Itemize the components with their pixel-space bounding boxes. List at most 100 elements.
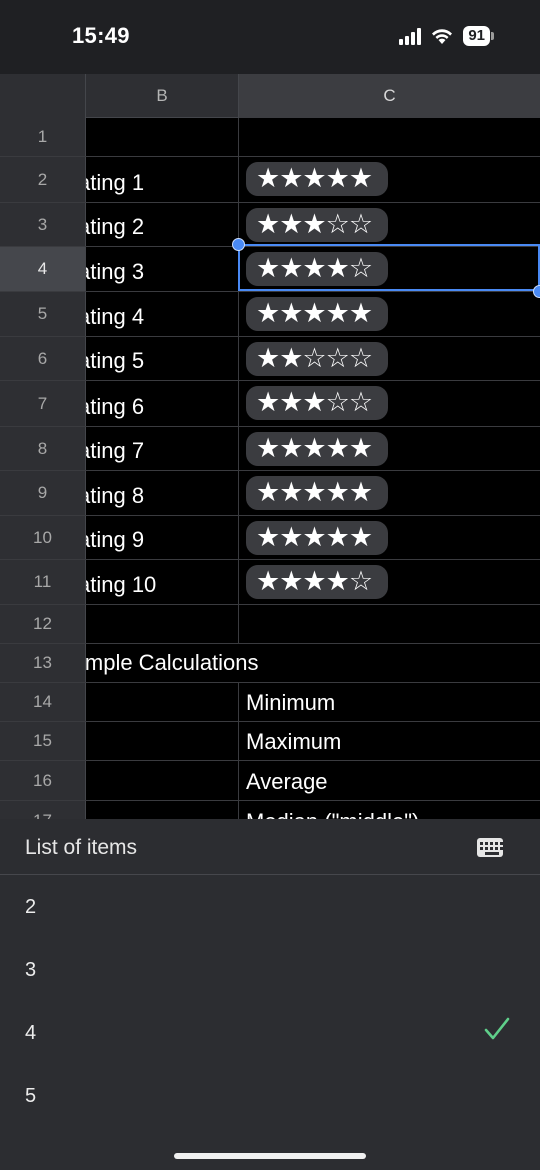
row-header[interactable]: 2 [0,157,86,202]
table-row: 1 [0,118,540,157]
cell-b[interactable]: ating 5 [86,337,239,380]
rating-dropdown-chip[interactable]: ★★★★☆ [246,565,388,599]
cell-b[interactable] [86,801,239,819]
row-header[interactable]: 15 [0,722,86,760]
status-icons: 91 [399,24,494,48]
cell-c[interactable]: ★★★★★ [239,516,540,559]
rating-dropdown-chip[interactable]: ★★★☆☆ [246,386,388,420]
cell-b[interactable]: ating 2 [86,203,239,246]
table-row: 15 Maximum [0,722,540,761]
rating-dropdown-chip[interactable]: ★★★★☆ [246,252,388,286]
cellular-signal-icon [399,27,422,45]
cell-text: Median ("middle") [246,809,419,819]
cell-c[interactable]: ★★★★★ [239,292,540,336]
cell-c[interactable]: ★★☆☆☆ [239,337,540,380]
table-row: 13 imple Calculations [0,644,540,683]
table-row: 3ating 2 ★★★☆☆ [0,203,540,247]
row-header[interactable]: 1 [0,118,86,156]
rating-dropdown-chip[interactable]: ★★★☆☆ [246,208,388,242]
column-header-c[interactable]: C [239,74,540,118]
cell-c[interactable] [239,605,540,643]
table-row: 9ating 8 ★★★★★ [0,471,540,516]
row-header[interactable]: 12 [0,605,86,643]
row-header[interactable]: 16 [0,761,86,800]
row-header[interactable]: 8 [0,427,86,470]
cell-b[interactable] [86,722,239,760]
cell-b[interactable]: ating 4 [86,292,239,336]
row-header[interactable]: 10 [0,516,86,559]
cell-b[interactable]: ating 8 [86,471,239,515]
rating-dropdown-chip[interactable]: ★★★★★ [246,476,388,510]
selection-handle-top-left[interactable] [232,238,245,251]
cell-c[interactable]: Average [239,761,540,800]
row-header[interactable]: 7 [0,381,86,426]
cell-c[interactable]: Minimum [239,683,540,721]
rating-dropdown-chip[interactable]: ★★★★★ [246,521,388,555]
cell-c[interactable]: ★★★★☆ [239,560,540,604]
cell-c[interactable]: Median ("middle") [239,801,540,819]
row-header[interactable]: 9 [0,471,86,515]
row-header[interactable]: 13 [0,644,86,682]
row-header[interactable]: 14 [0,683,86,721]
cell-b[interactable]: ating 9 [86,516,239,559]
rating-dropdown-chip[interactable]: ★★★★★ [246,297,388,331]
selection-handle-bottom-right[interactable] [533,285,540,298]
cell-c[interactable]: ★★★★★ [239,471,540,515]
status-bar: 15:49 91 [0,0,540,74]
cell-b[interactable] [86,605,239,643]
list-item[interactable]: 3 [0,939,540,1002]
panel-title: List of items [25,836,138,859]
cell-b[interactable] [86,761,239,800]
cell-b[interactable]: ating 1 [86,157,239,202]
panel-header: List of items [0,819,540,875]
row-header[interactable]: 4 [0,247,86,291]
option-label: 5 [25,1085,37,1107]
cell-b[interactable] [86,118,239,156]
battery-icon: 91 [463,26,494,46]
cell-b[interactable]: ating 10 [86,560,239,604]
cell-text: ating 6 [86,394,145,419]
cell-text: ating 10 [86,572,157,597]
cell-c[interactable]: ★★★★☆ [239,247,540,291]
column-header-b[interactable]: B [86,74,239,118]
home-indicator[interactable] [174,1153,366,1159]
cell-text: imple Calculations [86,650,259,675]
option-label: 3 [25,959,37,981]
row-header[interactable]: 17 [0,801,86,819]
cell-c[interactable]: Maximum [239,722,540,760]
rating-dropdown-chip[interactable]: ★★☆☆☆ [246,342,388,376]
row-header[interactable]: 3 [0,203,86,246]
table-row: 10ating 9 ★★★★★ [0,516,540,560]
cell-b[interactable]: imple Calculations [86,644,540,682]
table-row: 17 Median ("middle") [0,801,540,819]
rating-dropdown-chip[interactable]: ★★★★★ [246,432,388,466]
table-row: 7ating 6 ★★★☆☆ [0,381,540,427]
select-all-corner[interactable] [0,74,86,118]
cell-text: ating 5 [86,348,145,373]
cell-b[interactable] [86,683,239,721]
rating-dropdown-chip[interactable]: ★★★★★ [246,162,388,196]
cell-c[interactable]: ★★★★★ [239,427,540,470]
cell-c[interactable]: ★★★☆☆ [239,381,540,426]
cell-c[interactable]: ★★★☆☆ [239,203,540,246]
cell-c[interactable] [239,118,540,156]
cell-b[interactable]: ating 3 [86,247,239,291]
cell-b[interactable]: ating 7 [86,427,239,470]
row-header[interactable]: 6 [0,337,86,380]
list-item[interactable]: 5 [0,1065,540,1128]
keyboard-icon[interactable] [477,838,503,857]
row-header[interactable]: 5 [0,292,86,336]
table-row: 12 [0,605,540,644]
table-row: 11ating 10 ★★★★☆ [0,560,540,605]
table-row: 6ating 5 ★★☆☆☆ [0,337,540,381]
cell-b[interactable]: ating 6 [86,381,239,426]
table-row: 5ating 4 ★★★★★ [0,292,540,337]
list-item[interactable]: 2 [0,876,540,939]
cell-c[interactable]: ★★★★★ [239,157,540,202]
cell-text: Average [246,769,328,794]
row-header[interactable]: 11 [0,560,86,604]
spreadsheet-grid[interactable]: B C 12ating 1★★★★★3ating 2★★★☆☆4ating 3★… [0,74,540,819]
column-header-row: B C [0,74,540,118]
list-item[interactable]: 4 [0,1002,540,1065]
cell-text: ating 9 [86,527,145,552]
